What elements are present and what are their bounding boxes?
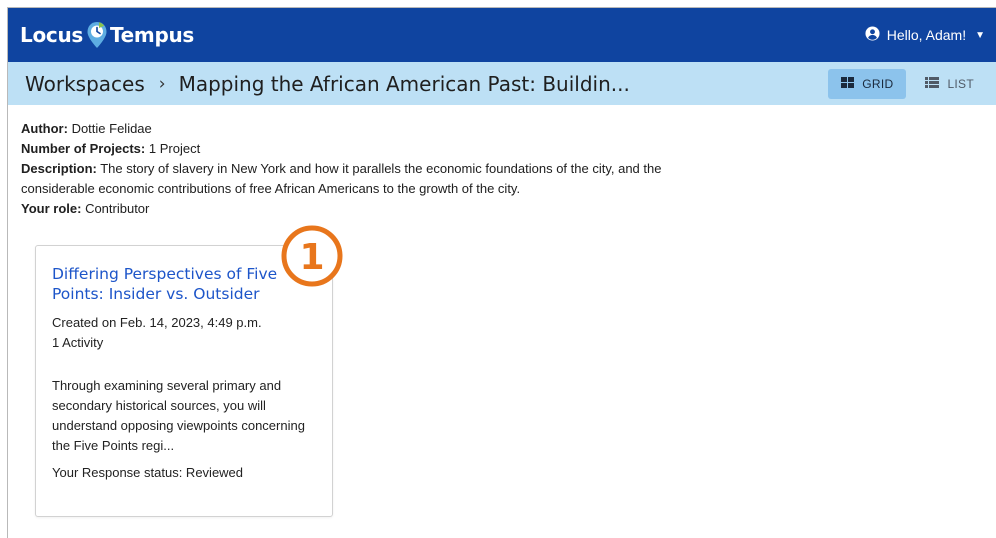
description-row: Description: The story of slavery in New… — [21, 159, 721, 199]
callout-number-badge: 1 — [281, 225, 343, 287]
breadcrumb: Workspaces › Mapping the African America… — [25, 72, 630, 96]
projects-row: Number of Projects: 1 Project — [21, 139, 721, 159]
list-view-label: LIST — [947, 76, 974, 91]
app-logo[interactable]: Locus Tempus — [20, 21, 194, 49]
project-activity-count: 1 Activity — [52, 335, 104, 350]
workspace-details: Author: Dottie Felidae Number of Project… — [21, 119, 721, 219]
app-window: Locus Tempus Hello, Adam! ▼ Workspaces ›… — [7, 7, 996, 538]
author-value: Dottie Felidae — [71, 121, 152, 136]
top-navbar: Locus Tempus Hello, Adam! ▼ — [8, 8, 996, 62]
account-icon — [865, 26, 880, 44]
project-response-status: Your Response status: Reviewed — [52, 465, 244, 480]
breadcrumb-workspaces-link[interactable]: Workspaces — [25, 72, 145, 96]
role-label: Your role: — [21, 201, 82, 216]
projects-label: Number of Projects: — [21, 141, 146, 156]
role-value: Contributor — [85, 201, 150, 216]
role-row: Your role: Contributor — [21, 199, 721, 219]
logo-text-right: Tempus — [109, 23, 195, 47]
callout-number: 1 — [299, 237, 324, 278]
user-menu[interactable]: Hello, Adam! ▼ — [865, 26, 985, 44]
list-view-button[interactable]: LIST — [912, 69, 987, 99]
project-description: Through examining several primary and se… — [52, 378, 305, 453]
description-label: Description: — [21, 161, 97, 176]
grid-icon — [841, 76, 855, 91]
projects-value: 1 Project — [148, 141, 201, 156]
author-label: Author: — [21, 121, 68, 136]
grid-view-button[interactable]: GRID — [828, 68, 907, 99]
grid-view-label: GRID — [862, 76, 894, 91]
description-value: The story of slavery in New York and how… — [21, 161, 662, 196]
author-row: Author: Dottie Felidae — [21, 119, 721, 139]
logo-text-left: Locus — [20, 23, 83, 47]
breadcrumb-current: Mapping the African American Past: Build… — [178, 71, 630, 96]
view-toggle: GRID LIST — [828, 68, 987, 99]
project-created-date: Created on Feb. 14, 2023, 4:49 p.m. — [52, 315, 262, 330]
chevron-down-icon: ▼ — [975, 29, 985, 41]
list-icon — [925, 76, 940, 91]
breadcrumb-bar: Workspaces › Mapping the African America… — [8, 62, 996, 105]
map-pin-clock-icon — [86, 21, 108, 49]
project-title-link[interactable]: Differing Perspectives of Five Points: I… — [52, 264, 312, 304]
user-greeting: Hello, Adam! — [886, 27, 967, 43]
chevron-right-icon: › — [158, 73, 166, 94]
